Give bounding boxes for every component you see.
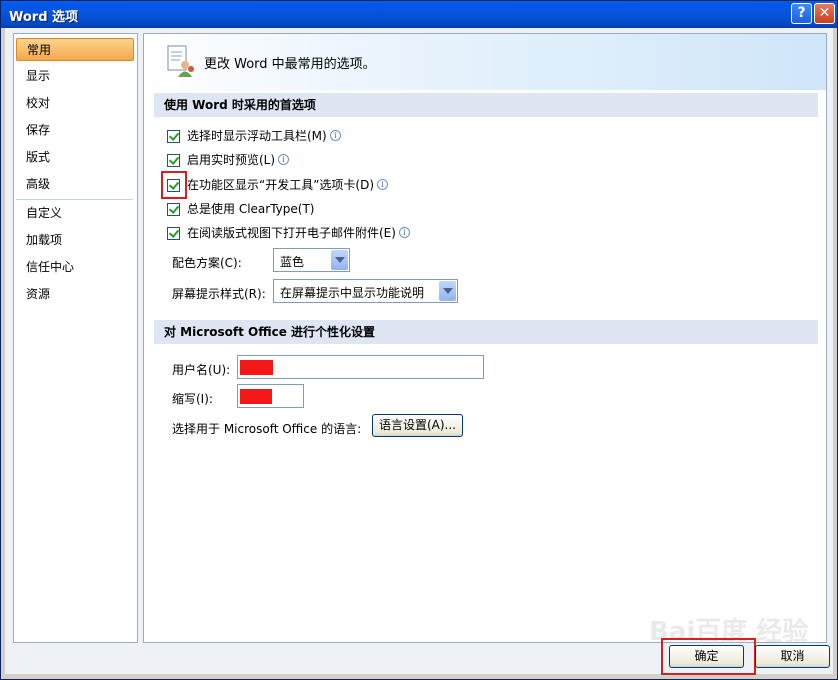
header-text: 更改 Word 中最常用的选项。 [204, 57, 376, 72]
chevron-down-icon[interactable] [331, 250, 348, 270]
nav-item-customize[interactable]: 自定义 [16, 202, 134, 225]
checkbox-mini-toolbar[interactable] [167, 130, 180, 143]
checkbox-label: 选择时显示浮动工具栏(M) [187, 129, 327, 143]
cancel-button[interactable]: 取消 [755, 645, 830, 668]
nav-item-trust-center[interactable]: 信任中心 [16, 256, 134, 279]
info-icon: i [329, 130, 341, 141]
section-personalize-title: 对 Microsoft Office 进行个性化设置 [154, 320, 818, 344]
developer-checkbox-highlight [161, 171, 187, 199]
tooltip-style-select[interactable]: 在屏幕提示中显示功能说明 [273, 279, 458, 303]
info-icon: i [278, 154, 290, 165]
username-label: 用户名(U): [172, 363, 231, 377]
checkbox-live-preview[interactable] [167, 154, 180, 167]
color-scheme-select[interactable]: 蓝色 [273, 248, 350, 272]
language-settings-button[interactable]: 语言设置(A)... [372, 414, 463, 437]
chevron-down-icon[interactable] [439, 281, 456, 301]
info-icon: i [377, 179, 389, 190]
nav-item-resources[interactable]: 资源 [16, 283, 134, 306]
checkbox-label: 在阅读版式视图下打开电子邮件附件(E) [187, 226, 396, 240]
pane-header: 更改 Word 中最常用的选项。 [144, 34, 826, 90]
checkbox-cleartype[interactable] [167, 203, 180, 216]
section-preferences-title: 使用 Word 时采用的首选项 [154, 93, 818, 117]
dialog-client: 常用 显示 校对 保存 版式 高级 自定义 加载项 信任中心 资源 更改 Wor… [5, 28, 833, 675]
nav-item-save[interactable]: 保存 [16, 119, 134, 142]
tooltip-style-value: 在屏幕提示中显示功能说明 [280, 286, 425, 300]
redaction-mark [240, 389, 272, 404]
word-options-dialog: Word 选项 ? ✕ 常用 显示 校对 保存 版式 高级 自定义 加载项 信任… [0, 0, 838, 680]
username-input[interactable] [237, 355, 484, 379]
checkbox-label: 在功能区显示“开发工具”选项卡(D) [187, 178, 375, 192]
initials-input[interactable] [237, 384, 304, 408]
close-button[interactable]: ✕ [814, 3, 835, 24]
checkbox-email-attachments[interactable] [167, 227, 180, 240]
initials-label: 缩写(I): [172, 392, 213, 406]
color-scheme-value: 蓝色 [280, 255, 305, 269]
nav-item-addins[interactable]: 加载项 [16, 229, 134, 252]
checkbox-label: 总是使用 ClearType(T) [187, 202, 315, 216]
nav-item-display[interactable]: 显示 [16, 65, 134, 88]
options-pane: 更改 Word 中最常用的选项。 使用 Word 时采用的首选项 选择时显示浮动… [143, 33, 827, 643]
help-button[interactable]: ? [791, 3, 812, 24]
info-icon: i [398, 227, 410, 238]
nav-item-proofing[interactable]: 校对 [16, 92, 134, 115]
redaction-mark [240, 360, 273, 375]
checkbox-label: 启用实时预览(L) [187, 153, 276, 167]
color-scheme-label: 配色方案(C): [172, 256, 242, 270]
language-label: 选择用于 Microsoft Office 的语言: [172, 422, 362, 436]
tooltip-style-label: 屏幕提示样式(R): [172, 287, 266, 301]
title-bar[interactable]: Word 选项 ? ✕ [1, 1, 837, 28]
nav-item-layout[interactable]: 版式 [16, 146, 134, 169]
nav-divider [16, 199, 133, 200]
window-title: Word 选项 [9, 10, 79, 25]
options-nav: 常用 显示 校对 保存 版式 高级 自定义 加载项 信任中心 资源 [13, 33, 138, 643]
ok-button-highlight [661, 638, 756, 675]
nav-item-common[interactable]: 常用 [16, 38, 134, 61]
nav-item-advanced[interactable]: 高级 [16, 173, 134, 196]
options-person-icon [167, 45, 194, 77]
